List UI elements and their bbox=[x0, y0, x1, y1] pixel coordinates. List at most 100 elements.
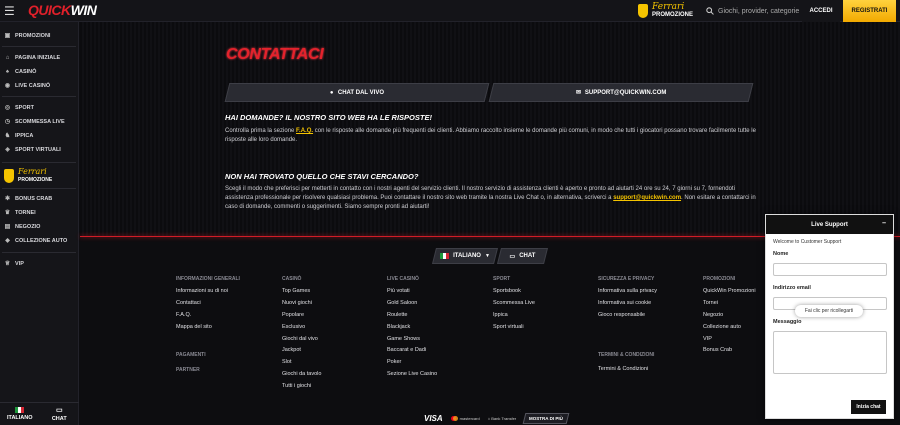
sidebar-item-label: SPORT bbox=[15, 105, 34, 111]
sidebar-item-shop[interactable]: ▤ NEGOZIO bbox=[4, 221, 41, 233]
chat-icon: ▭ bbox=[55, 407, 63, 414]
search-placeholder: Giochi, provider, categorie bbox=[718, 7, 800, 15]
footer-link[interactable]: Nuovi giochi bbox=[282, 298, 382, 310]
chat-bubble-icon: ● bbox=[330, 89, 334, 96]
login-button[interactable]: ACCEDI bbox=[802, 0, 840, 22]
sidebar-ferrari-promo[interactable]: Ferrari PROMOZIONE bbox=[4, 168, 52, 184]
minimize-icon[interactable]: – bbox=[882, 220, 886, 227]
sidebar-chat-button[interactable]: ▭ CHAT bbox=[40, 403, 80, 425]
sidebar-item-sport[interactable]: ◎ SPORT bbox=[4, 102, 34, 114]
footer-link[interactable]: Roulette bbox=[387, 310, 487, 322]
footer-link[interactable]: Blackjack bbox=[387, 322, 487, 334]
footer-link[interactable]: Jackpot bbox=[282, 345, 382, 357]
footer-link[interactable]: Informativa sui cookie bbox=[598, 298, 698, 310]
footer-column-general: INFORMAZIONI GENERALI Informazioni su di… bbox=[176, 276, 276, 334]
menu-collapse-icon[interactable]: ☰ bbox=[4, 4, 18, 18]
payment-methods: VISA mastercard ⌂ Bank Transfer MOSTRA D… bbox=[424, 413, 570, 424]
sidebar-item-label: TORNEI bbox=[15, 210, 36, 216]
contact-paragraph: Scegli il modo che preferisci per metter… bbox=[225, 185, 760, 212]
live-support-title: Live Support bbox=[811, 221, 848, 228]
sidebar-item-vip[interactable]: ♕ VIP bbox=[4, 258, 24, 270]
cards-icon: ♠ bbox=[5, 68, 10, 75]
home-icon: ⌂ bbox=[5, 54, 10, 61]
logo-win: WIN bbox=[70, 2, 97, 18]
footer-link[interactable]: Tutti i giochi bbox=[282, 381, 382, 393]
ferrari-brand-text: Ferrari bbox=[18, 167, 47, 176]
footer-link[interactable]: Popolare bbox=[282, 310, 382, 322]
footer-link[interactable]: Slot bbox=[282, 357, 382, 369]
footer-column-sport: SPORT Sportsbook Scommessa Live Ippica S… bbox=[493, 276, 593, 334]
footer-column-live-casino: LIVE CASINÒ Più votati Gold Saloon Roule… bbox=[387, 276, 487, 381]
gift-icon: ▣ bbox=[4, 32, 11, 39]
message-field[interactable] bbox=[773, 331, 887, 374]
faq-text-a: Controlla prima la sezione bbox=[225, 128, 297, 134]
footer-language-selector[interactable]: ITALIANO ▼ bbox=[432, 248, 498, 264]
footer-link[interactable]: Sportsbook bbox=[493, 286, 593, 298]
caret-down-icon: ▼ bbox=[484, 253, 490, 259]
footer-chat-button[interactable]: ▭ CHAT bbox=[497, 248, 548, 264]
footer-link[interactable]: Esclusivo bbox=[282, 322, 382, 334]
reconnect-tooltip[interactable]: Fai clic per ricollegarti bbox=[795, 305, 863, 317]
sidebar-item-tournaments[interactable]: ♛ TORNEI bbox=[4, 207, 36, 219]
message-field-label: Messaggio bbox=[773, 319, 802, 325]
sidebar-item-casino[interactable]: ♠ CASINÒ bbox=[4, 66, 36, 78]
ferrari-promo-link[interactable]: Ferrari PROMOZIONE bbox=[638, 2, 693, 20]
footer-link[interactable]: Più votati bbox=[387, 286, 487, 298]
search-bar[interactable]: Giochi, provider, categorie bbox=[706, 4, 802, 18]
footer-link[interactable]: Gold Saloon bbox=[387, 298, 487, 310]
footer-link[interactable]: Giochi da tavolo bbox=[282, 369, 382, 381]
footer-link[interactable]: Poker bbox=[387, 357, 487, 369]
footer-link[interactable]: Scommessa Live bbox=[493, 298, 593, 310]
footer-link[interactable]: Sezione Live Casino bbox=[387, 369, 487, 381]
support-email-link[interactable]: support@quickwin.com bbox=[613, 195, 681, 201]
footer-link[interactable]: Game Shows bbox=[387, 334, 487, 346]
sidebar-divider bbox=[2, 46, 76, 47]
footer-link[interactable]: F.A.Q. bbox=[176, 310, 276, 322]
sidebar-item-horse-racing[interactable]: ♞ IPPICA bbox=[4, 130, 34, 142]
quickwin-logo[interactable]: QUICKWIN bbox=[28, 2, 97, 18]
register-button[interactable]: REGISTRATI bbox=[843, 0, 896, 22]
crown-icon: ♕ bbox=[4, 260, 11, 267]
footer-terms-link[interactable]: Termini & Condizioni bbox=[598, 366, 648, 372]
faq-paragraph: Controlla prima la sezione F.A.Q. con le… bbox=[225, 127, 760, 145]
footer-link[interactable]: Gioco responsabile bbox=[598, 310, 698, 322]
email-label: SUPPORT@QUICKWIN.COM bbox=[584, 89, 667, 96]
footer-payments-head: PAGAMENTI bbox=[176, 352, 206, 358]
footer-link[interactable]: Informazioni su di noi bbox=[176, 286, 276, 298]
sidebar-item-live-betting[interactable]: ◷ SCOMMESSA LIVE bbox=[4, 116, 65, 128]
show-more-button[interactable]: MOSTRA DI PIÙ bbox=[522, 413, 570, 424]
sidebar-item-virtual-sports[interactable]: ◈ SPORT VIRTUALI bbox=[4, 144, 61, 156]
footer-column-head: SICUREZZA E PRIVACY bbox=[598, 276, 655, 282]
sidebar-item-label: COLLEZIONE AUTO bbox=[15, 238, 68, 244]
faq-link[interactable]: F.A.Q. bbox=[296, 128, 313, 134]
live-chat-tab[interactable]: ● CHAT DAL VIVO bbox=[224, 83, 490, 102]
sidebar-item-live-casino[interactable]: ◉ LIVE CASINÒ bbox=[4, 80, 50, 92]
start-chat-button[interactable]: Inizia chat bbox=[851, 400, 886, 414]
sidebar-item-label: LIVE CASINÒ bbox=[15, 83, 51, 89]
footer-link[interactable]: Contattaci bbox=[176, 298, 276, 310]
footer-link[interactable]: Mappa del sito bbox=[176, 322, 276, 334]
footer-link[interactable]: Giochi dal vivo bbox=[282, 334, 382, 346]
footer-link[interactable]: Baccarat e Dadi bbox=[387, 345, 487, 357]
sidebar-item-bonus-crab[interactable]: ✱ BONUS CRAB bbox=[4, 193, 52, 205]
sidebar-language-button[interactable]: ITALIANO bbox=[0, 403, 40, 425]
ball-icon: ◎ bbox=[4, 104, 11, 111]
footer-link[interactable]: Informativa sulla privacy bbox=[598, 286, 698, 298]
footer-chat-label: CHAT bbox=[519, 253, 536, 259]
bank-transfer-logo: ⌂ Bank Transfer bbox=[488, 416, 516, 421]
footer-link[interactable]: Sport virtuali bbox=[493, 322, 593, 334]
page-title: CONTATTACI bbox=[226, 46, 324, 63]
name-field[interactable] bbox=[773, 263, 887, 276]
sidebar-item-promozioni[interactable]: ▣ PROMOZIONI bbox=[4, 30, 51, 42]
live-chat-label: CHAT DAL VIVO bbox=[337, 89, 384, 96]
sidebar-divider bbox=[2, 96, 76, 97]
sidebar-item-home[interactable]: ⌂ PAGINA INIZIALE bbox=[4, 52, 61, 64]
footer-link[interactable]: Ippica bbox=[493, 310, 593, 322]
bank-icon: ⌂ bbox=[487, 416, 491, 421]
footer-column-head: SPORT bbox=[493, 276, 511, 282]
footer-link[interactable]: Top Games bbox=[282, 286, 382, 298]
sidebar-item-car-collection[interactable]: ◆ COLLEZIONE AUTO bbox=[4, 235, 67, 247]
email-tab[interactable]: ✉ SUPPORT@QUICKWIN.COM bbox=[488, 83, 754, 102]
search-icon bbox=[706, 7, 714, 15]
bank-transfer-text: Bank Transfer bbox=[491, 416, 517, 421]
